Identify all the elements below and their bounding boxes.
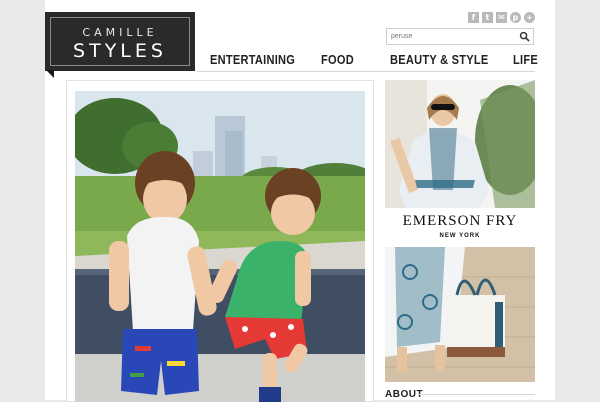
- page-root: CAMILLE STYLES f t ✉ p + ENTERTAINING FO…: [0, 0, 600, 402]
- nav-entertaining[interactable]: ENTERTAINING: [210, 52, 295, 67]
- ad-photo-bottom: [385, 247, 535, 382]
- ad-brand-name: EMERSON FRY: [402, 213, 518, 229]
- ad-photo-top-illustration: [385, 80, 535, 208]
- search-box: [386, 28, 534, 45]
- email-icon[interactable]: ✉: [496, 12, 507, 23]
- search-input[interactable]: [391, 30, 511, 43]
- site-logo[interactable]: CAMILLE STYLES: [45, 12, 195, 78]
- ad-photo-top: [385, 80, 535, 208]
- social-links: f t ✉ p +: [468, 12, 535, 23]
- about-divider: [418, 394, 535, 395]
- featured-photo[interactable]: [75, 91, 365, 402]
- nav-life[interactable]: LIFE: [513, 52, 538, 67]
- nav-food[interactable]: FOOD: [321, 52, 354, 67]
- sidebar-ad-emerson-fry[interactable]: EMERSON FRY NEW YORK: [385, 80, 535, 382]
- rss-icon[interactable]: +: [524, 12, 535, 23]
- twitter-icon[interactable]: t: [482, 12, 493, 23]
- search-icon[interactable]: [519, 31, 530, 42]
- featured-photo-illustration: [75, 91, 365, 402]
- logo-top-text: CAMILLE: [82, 26, 158, 39]
- logo-fold: [46, 70, 54, 78]
- nav-beauty-style[interactable]: BEAUTY & STYLE: [390, 52, 489, 67]
- logo-bottom-text: STYLES: [73, 40, 167, 62]
- pinterest-icon[interactable]: p: [510, 12, 521, 23]
- ad-brand-location: NEW YORK: [439, 233, 481, 239]
- ad-photo-bottom-illustration: [385, 247, 535, 382]
- nav-divider: [197, 71, 535, 72]
- facebook-icon[interactable]: f: [468, 12, 479, 23]
